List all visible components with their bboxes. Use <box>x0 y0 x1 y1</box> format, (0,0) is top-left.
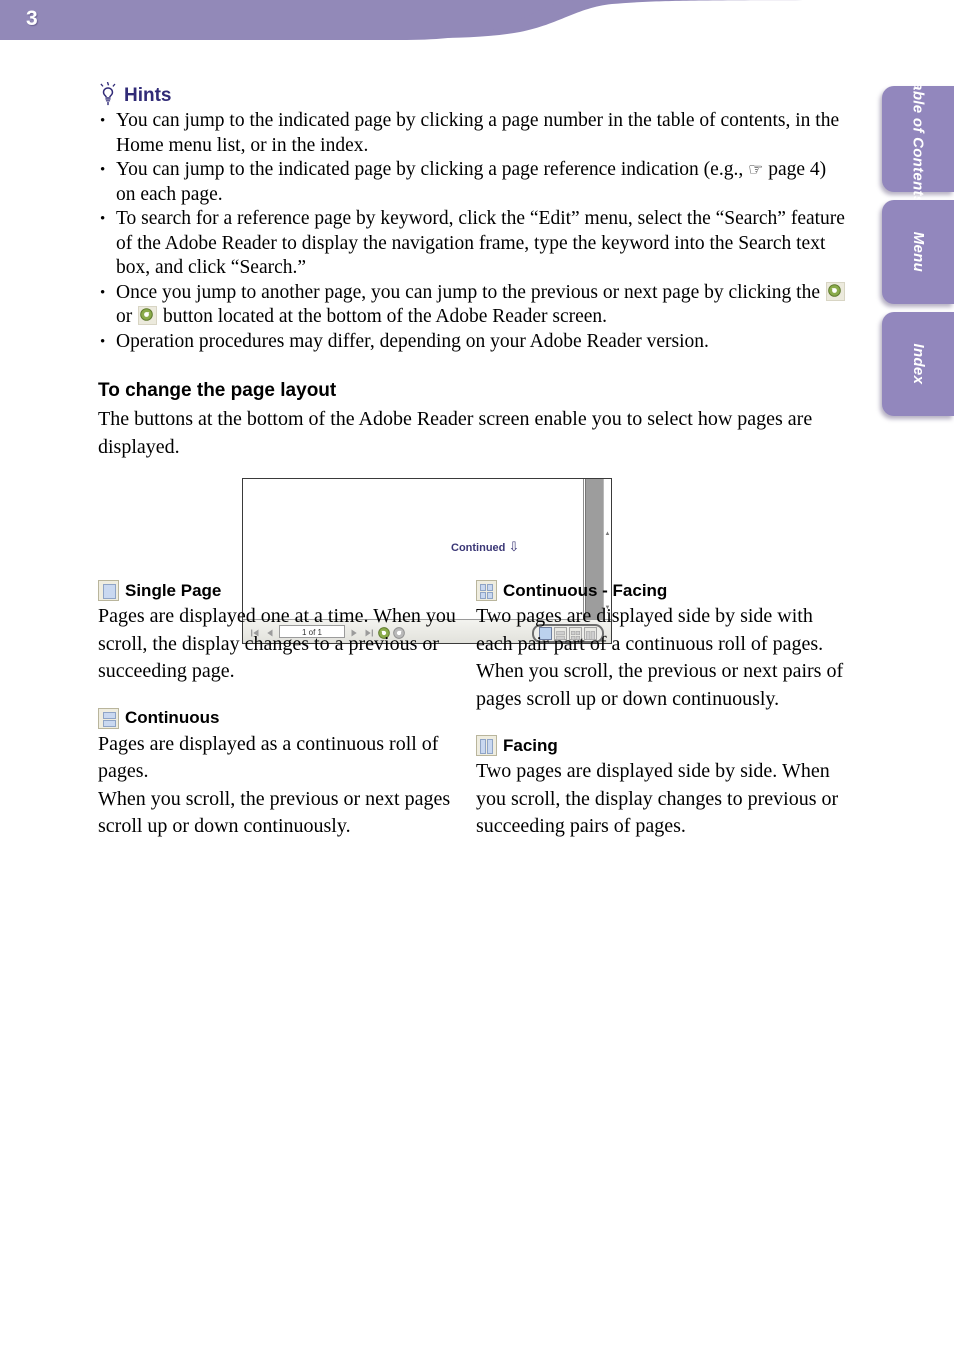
mode-title: Single Page <box>125 580 222 600</box>
hint-item: Once you jump to another page, you can j… <box>98 281 848 330</box>
caption-column-right: Continuous - Facing Two pages are displa… <box>476 580 846 863</box>
hint-item: To search for a reference page by keywor… <box>98 207 848 281</box>
hint-item: Operation procedures may differ, dependi… <box>98 330 848 355</box>
mode-title: Continuous - Facing <box>503 580 668 600</box>
mode-heading: Continuous - Facing <box>476 580 846 601</box>
mode-heading: Facing <box>476 735 846 756</box>
mode-description: Two pages are displayed side by side wit… <box>476 605 844 710</box>
hint-text: To search for a reference page by keywor… <box>116 208 845 278</box>
hint-text: or <box>116 306 138 327</box>
continued-label: Continued ⇩ <box>451 539 519 555</box>
hint-item: You can jump to the indicated page by cl… <box>98 158 848 207</box>
hints-title: Hints <box>124 85 172 106</box>
single-page-icon <box>98 580 119 601</box>
header-band-shape <box>0 0 954 40</box>
layout-section-heading: To change the page layout <box>98 380 337 401</box>
previous-view-icon <box>825 281 845 301</box>
hint-text: Once you jump to another page, you can j… <box>116 281 825 303</box>
side-tab-table-of-contents[interactable]: Table of Contents <box>882 73 954 205</box>
mode-heading: Continuous <box>98 707 468 729</box>
continuous-icon <box>98 707 119 729</box>
mode-block-continuous-facing: Continuous - Facing Two pages are displa… <box>476 580 846 713</box>
hint-text: Operation procedures may differ, dependi… <box>116 330 709 352</box>
mode-block-single-page: Single Page Pages are displayed one at a… <box>98 580 468 686</box>
side-tab-label: Table of Contents <box>909 73 927 205</box>
facing-icon <box>476 735 497 756</box>
hints-heading: Hints <box>98 78 848 106</box>
mode-block-continuous: Continuous Pages are displayed as a cont… <box>98 707 468 841</box>
layout-section-intro: The buttons at the bottom of the Adobe R… <box>98 408 813 458</box>
hint-text: You can jump to the indicated page by cl… <box>116 110 840 156</box>
mode-description-line2: When you scroll, the previous or next pa… <box>98 787 451 838</box>
hint-text: button located at the bottom of the Adob… <box>158 306 608 327</box>
mode-title: Facing <box>503 735 558 755</box>
hints-list: You can jump to the indicated page by cl… <box>98 109 848 354</box>
down-arrow-icon: ⇩ <box>508 539 520 554</box>
side-tab-menu[interactable]: Menu <box>882 200 954 304</box>
scroll-up-icon[interactable]: ▲ <box>604 531 611 538</box>
continuous-facing-icon <box>476 580 497 601</box>
lightbulb-icon <box>100 82 116 106</box>
caption-column-left: Single Page Pages are displayed one at a… <box>98 580 468 863</box>
mode-description: Two pages are displayed side by side. Wh… <box>476 760 839 837</box>
pointing-hand-icon: ☞ <box>748 160 764 179</box>
mode-description-line1: Pages are displayed as a continuous roll… <box>98 732 439 783</box>
page-number: 3 <box>26 7 38 30</box>
side-tab-label: Index <box>909 343 927 385</box>
next-view-icon <box>138 306 158 325</box>
mode-description: Pages are displayed one at a time. When … <box>98 605 456 682</box>
mode-block-facing: Facing Two pages are displayed side by s… <box>476 735 846 841</box>
side-tab-index[interactable]: Index <box>882 312 954 416</box>
mode-heading: Single Page <box>98 580 468 601</box>
page-content: Hints You can jump to the indicated page… <box>98 78 848 644</box>
side-tab-label: Menu <box>909 231 927 273</box>
continued-text: Continued <box>451 542 506 554</box>
hint-text: You can jump to the indicated page by cl… <box>116 159 749 180</box>
hint-item: You can jump to the indicated page by cl… <box>98 109 848 158</box>
mode-title: Continuous <box>125 708 220 727</box>
page-header-band: 3 <box>0 0 954 44</box>
